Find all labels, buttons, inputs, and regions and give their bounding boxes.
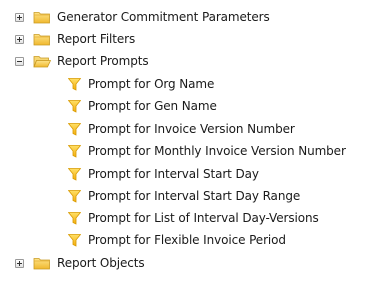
tree-node-label: Prompt for Interval Start Day Range [88, 189, 301, 203]
expand-icon[interactable] [15, 258, 24, 268]
folder-open-icon [33, 56, 51, 68]
funnel-icon [68, 144, 81, 158]
tree-node-report-prompts[interactable]: Report Prompts [15, 51, 149, 71]
funnel-icon [68, 99, 81, 113]
tree-leaf-prompt[interactable]: Prompt for List of Interval Day-Versions [68, 208, 319, 228]
tree-node-label: Generator Commitment Parameters [57, 10, 270, 24]
tree-node-generator-commitment-parameters[interactable]: Generator Commitment Parameters [15, 7, 270, 27]
tree-node-label: Prompt for Org Name [88, 77, 215, 91]
tree-node-label: Prompt for List of Interval Day-Versions [88, 211, 319, 225]
tree-node-label: Prompt for Flexible Invoice Period [88, 233, 286, 247]
tree-node-label: Report Prompts [57, 54, 149, 68]
tree-node-label: Prompt for Interval Start Day [88, 167, 259, 181]
funnel-icon [68, 122, 81, 136]
funnel-icon [68, 189, 81, 203]
tree-node-report-filters[interactable]: Report Filters [15, 29, 135, 49]
funnel-icon [68, 211, 81, 225]
tree-leaf-prompt[interactable]: Prompt for Invoice Version Number [68, 119, 295, 139]
expand-icon[interactable] [15, 34, 24, 44]
tree-leaf-prompt[interactable]: Prompt for Interval Start Day [68, 164, 259, 184]
tree-node-label: Report Objects [57, 256, 145, 270]
tree-leaf-prompt[interactable]: Prompt for Monthly Invoice Version Numbe… [68, 141, 346, 161]
tree-leaf-prompt[interactable]: Prompt for Gen Name [68, 96, 217, 116]
tree-node-report-objects[interactable]: Report Objects [15, 253, 145, 273]
folder-closed-icon [33, 12, 50, 24]
tree-node-label: Report Filters [57, 32, 136, 46]
folder-closed-icon [33, 34, 50, 46]
expand-icon[interactable] [15, 12, 24, 22]
funnel-icon [68, 77, 81, 91]
tree-leaf-prompt[interactable]: Prompt for Org Name [68, 74, 214, 94]
tree-node-label: Prompt for Invoice Version Number [88, 122, 295, 136]
tree-leaf-prompt[interactable]: Prompt for Flexible Invoice Period [68, 230, 286, 250]
tree-node-label: Prompt for Gen Name [88, 99, 217, 113]
funnel-icon [68, 233, 81, 247]
collapse-icon[interactable] [15, 56, 24, 66]
folder-closed-icon [33, 258, 50, 270]
funnel-icon [68, 167, 81, 181]
tree-leaf-prompt[interactable]: Prompt for Interval Start Day Range [68, 186, 300, 206]
tree-node-label: Prompt for Monthly Invoice Version Numbe… [88, 144, 346, 158]
